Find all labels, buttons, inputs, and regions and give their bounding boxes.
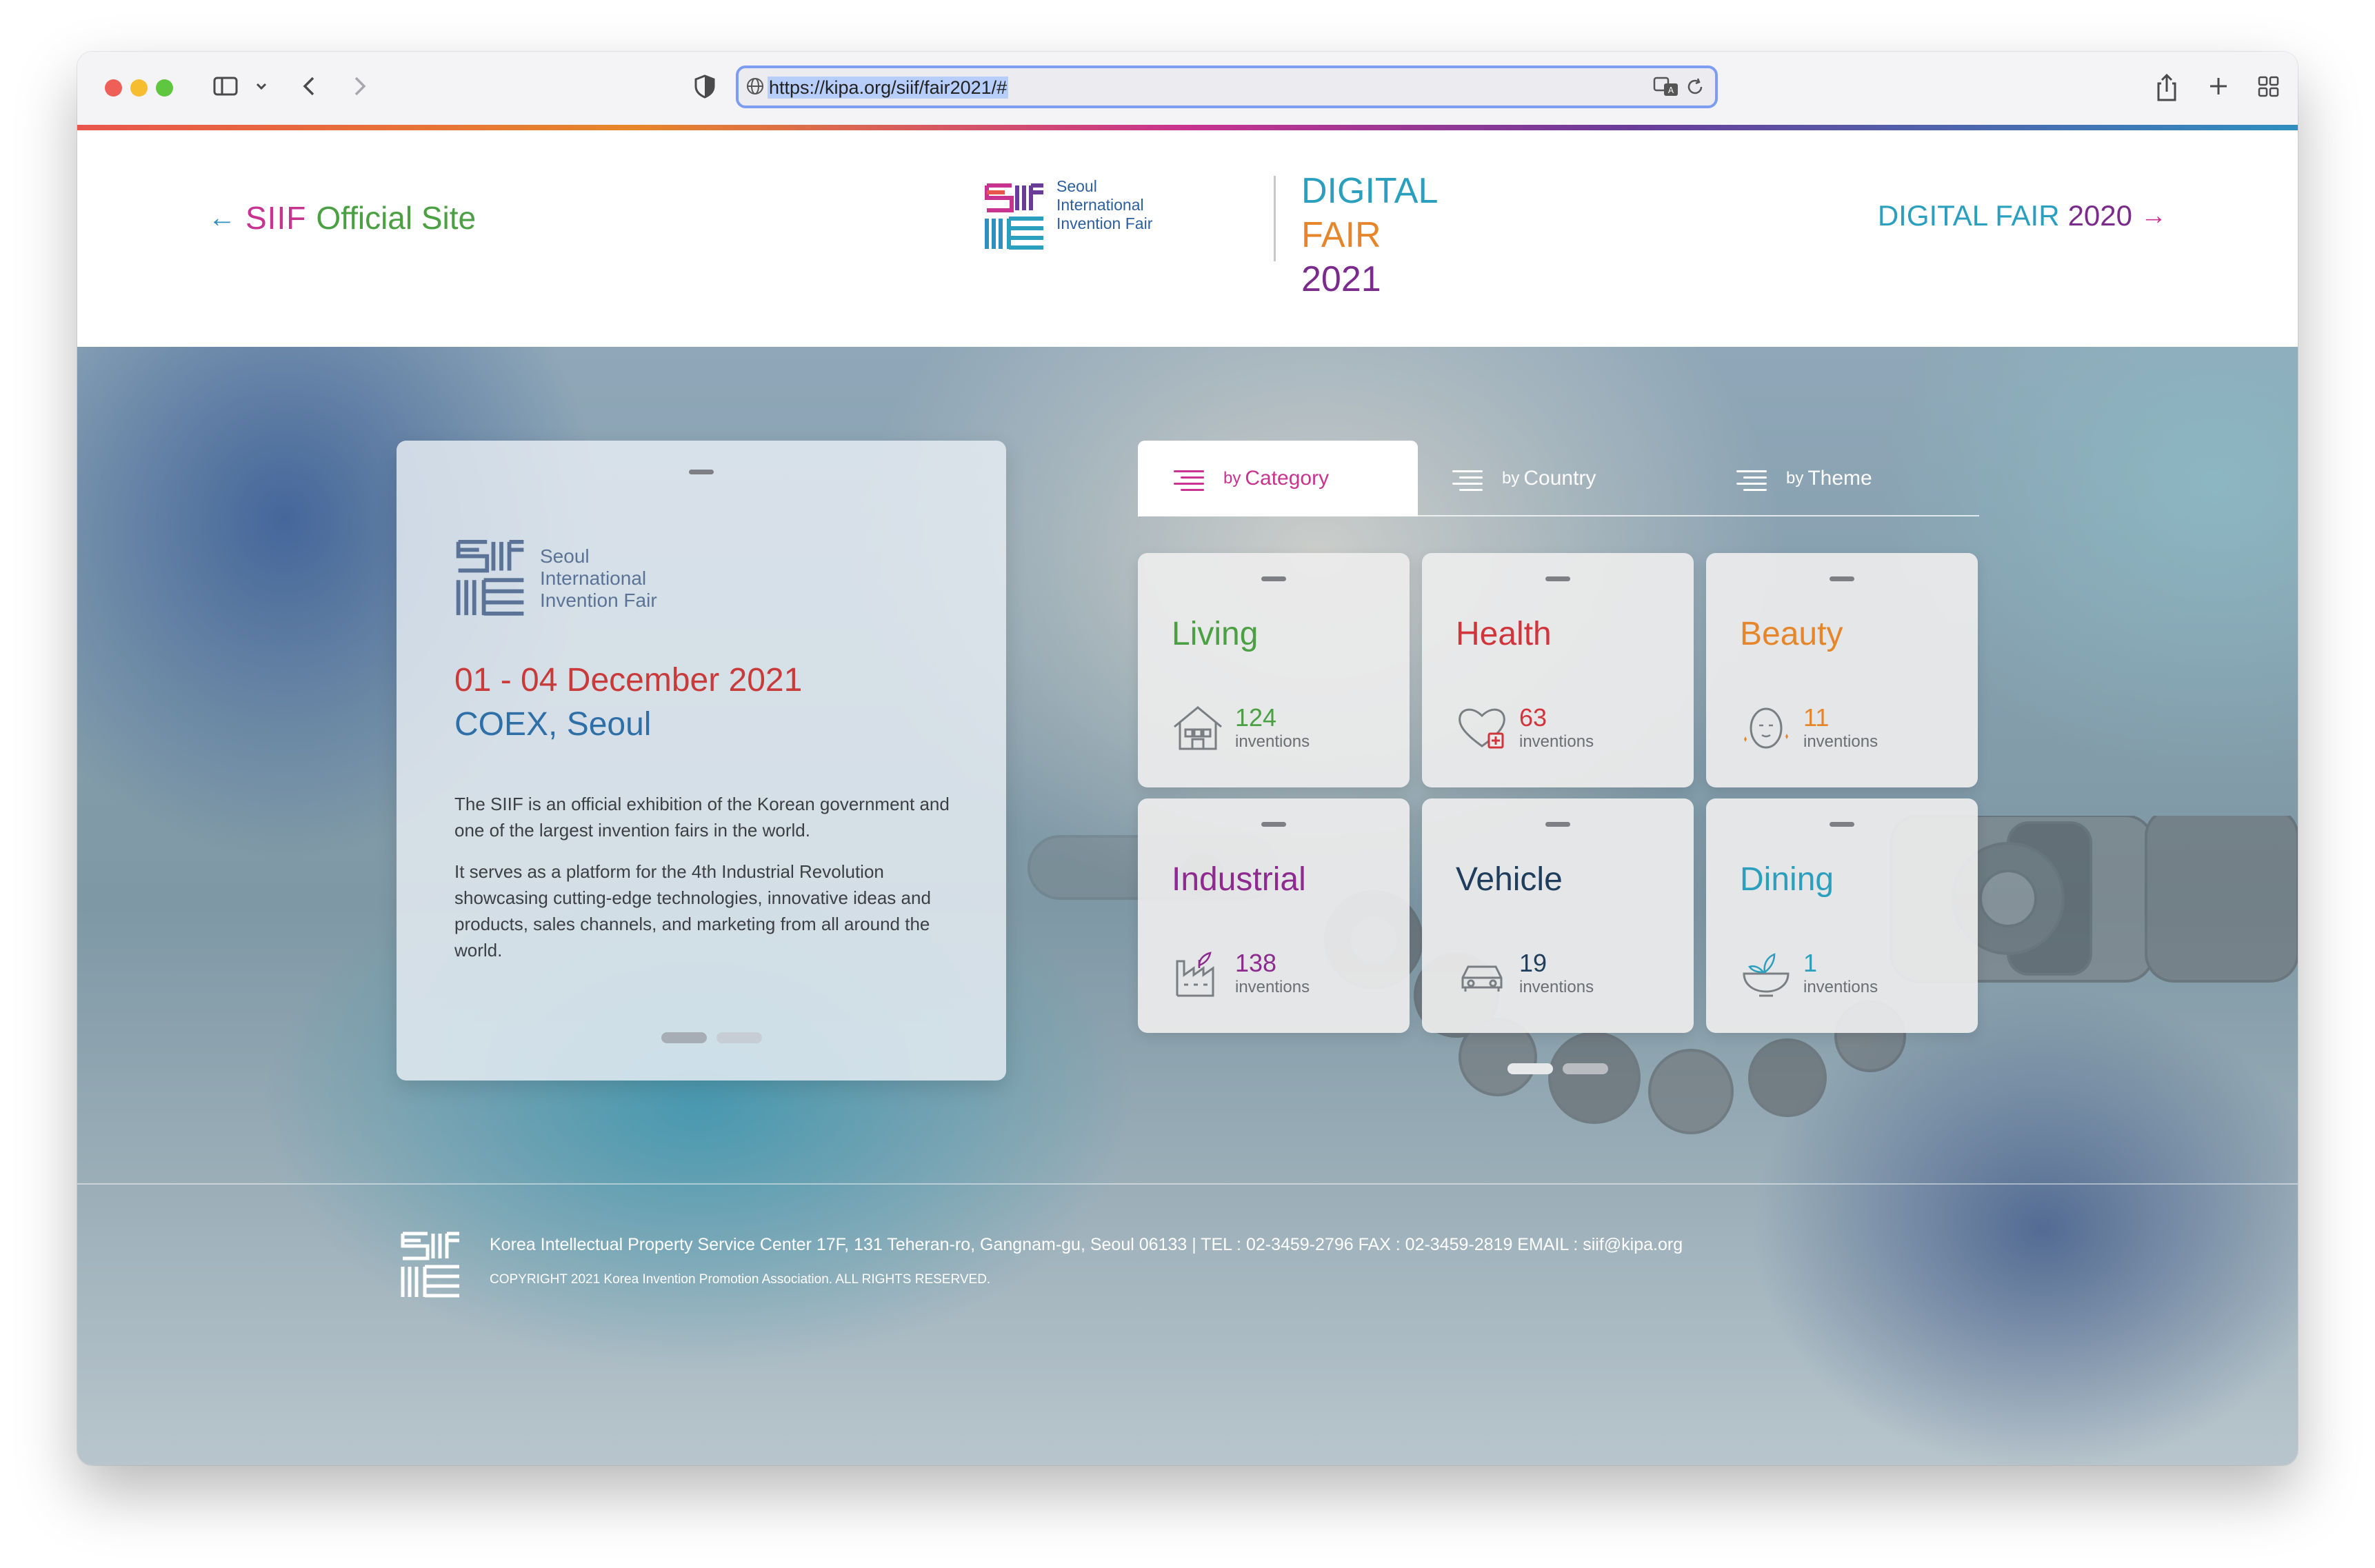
siif-logo-icon	[985, 183, 1043, 250]
forward-icon[interactable]	[345, 72, 372, 106]
card-handle	[1545, 822, 1570, 827]
invention-count: 19	[1519, 949, 1547, 977]
inventions-label: inventions	[1235, 732, 1310, 751]
intro-paragraph-2: It serves as a platform for the 4th Indu…	[454, 861, 931, 961]
carousel-dot-2[interactable]	[1563, 1063, 1608, 1074]
footer-divider	[77, 1183, 2298, 1185]
official-site-label: Official Site	[316, 200, 477, 236]
tab-theme[interactable]: by Theme	[1736, 441, 1978, 516]
category-name: Vehicle	[1456, 861, 1563, 898]
fair2020-year: 2020	[2067, 199, 2132, 232]
siif-logo-icon	[456, 539, 524, 616]
inventions-label: inventions	[1803, 978, 1878, 996]
invention-count: 63	[1519, 703, 1547, 732]
new-tab-icon[interactable]	[2205, 72, 2232, 106]
minimize-window-button[interactable]	[130, 79, 148, 97]
house-icon	[1174, 706, 1222, 750]
translate-icon[interactable]: A	[1653, 75, 1681, 102]
svg-text:A: A	[1668, 86, 1674, 95]
category-card-industrial[interactable]: Industrial 138 inventions	[1138, 798, 1410, 1033]
share-icon[interactable]	[2153, 72, 2181, 109]
category-carousel-dots	[1507, 1063, 1608, 1074]
card-handle	[1830, 576, 1854, 581]
privacy-shield-icon[interactable]	[691, 72, 719, 106]
card-handle	[1830, 822, 1854, 827]
list-icon	[1452, 468, 1483, 491]
reload-icon[interactable]	[1685, 77, 1705, 101]
inventions-label: inventions	[1519, 978, 1594, 996]
list-icon	[1174, 468, 1204, 491]
zoom-window-button[interactable]	[156, 79, 173, 97]
intro-carousel-dots	[661, 1032, 762, 1043]
tab-country[interactable]: by Country	[1452, 441, 1714, 516]
browser-window: https://kipa.org/siif/fair2021/# A ← SII…	[77, 52, 2298, 1465]
back-icon[interactable]	[297, 72, 324, 106]
brand-gradient-bar	[77, 125, 2298, 130]
tab-overview-icon[interactable]	[2255, 72, 2283, 106]
card-handle	[1261, 822, 1286, 827]
digital-fair-title: DIGITAL FAIR 2021	[1301, 171, 1439, 299]
inventions-label: inventions	[1235, 978, 1310, 996]
forward-arrow-icon: →	[2141, 201, 2167, 230]
category-name: Living	[1172, 616, 1259, 652]
category-card-health[interactable]: Health 63 inventions	[1422, 553, 1694, 787]
browser-toolbar: https://kipa.org/siif/fair2021/# A	[77, 52, 2298, 125]
browse-tabs: by Category by Country by Theme	[1138, 441, 1979, 516]
fair-venue: COEX, Seoul	[454, 706, 652, 743]
back-arrow-icon: ←	[208, 202, 236, 233]
bowl-icon	[1743, 953, 1790, 997]
footer-copyright: COPYRIGHT 2021 Korea Invention Promotion…	[490, 1272, 991, 1287]
face-icon	[1744, 707, 1788, 749]
digital-fair-2020-link[interactable]: DIGITAL FAIR 2020 →	[1878, 199, 2167, 232]
car-icon	[1461, 965, 1503, 992]
globe-icon	[745, 77, 765, 99]
category-card-living[interactable]: Living 124 inventions	[1138, 553, 1410, 787]
invention-count: 11	[1803, 703, 1830, 732]
logo-divider	[1274, 176, 1276, 261]
category-card-dining[interactable]: Dining 1 inventions	[1706, 798, 1978, 1033]
heart-plus-icon	[1459, 708, 1505, 749]
inventions-label: inventions	[1519, 732, 1594, 751]
category-name: Beauty	[1740, 616, 1843, 652]
category-name: Industrial	[1172, 861, 1306, 898]
list-icon	[1736, 468, 1767, 491]
carousel-dot-1[interactable]	[1507, 1063, 1553, 1074]
chevron-down-icon[interactable]	[253, 72, 270, 106]
hero-section: Seoul International Invention Fair 01 - …	[77, 347, 2298, 1465]
inventions-label: inventions	[1803, 732, 1878, 751]
invention-count: 138	[1235, 949, 1277, 977]
carousel-dot-1[interactable]	[661, 1032, 707, 1043]
official-site-link[interactable]: ← SIIF Official Site	[208, 199, 476, 237]
footer-address: Korea Intellectual Property Service Cent…	[490, 1235, 1683, 1254]
address-bar[interactable]: https://kipa.org/siif/fair2021/# A	[736, 66, 1718, 108]
url-text: https://kipa.org/siif/fair2021/#	[768, 77, 1009, 99]
card-handle	[1261, 576, 1286, 581]
fair-dates: 01 - 04 December 2021	[454, 662, 803, 698]
footer-siif-logo-icon	[401, 1232, 459, 1298]
intro-card: Seoul International Invention Fair 01 - …	[397, 441, 1006, 1080]
digital-fair-logo[interactable]: Seoul International Invention Fair DIGIT…	[984, 171, 1438, 299]
siif-wordmark: SIIF	[245, 200, 307, 236]
card-handle	[689, 470, 714, 474]
category-card-vehicle[interactable]: Vehicle 19 inventions	[1422, 798, 1694, 1033]
card-handle	[1545, 576, 1570, 581]
factory-icon	[1176, 952, 1214, 997]
category-name: Dining	[1740, 861, 1834, 898]
tab-category[interactable]: by Category	[1138, 441, 1418, 516]
site-header: ← SIIF Official Site Seoul International…	[77, 130, 2298, 347]
category-name: Health	[1456, 616, 1552, 652]
category-card-beauty[interactable]: Beauty 11 inventions	[1706, 553, 1978, 787]
intro-paragraph-1: The SIIF is an official exhibition of th…	[454, 794, 950, 841]
close-window-button[interactable]	[105, 79, 122, 97]
intro-siif-logo: Seoul International Invention Fair	[455, 537, 703, 620]
logo-text: Seoul International Invention Fair	[1056, 177, 1153, 232]
fair2020-label: DIGITAL FAIR	[1877, 199, 2060, 232]
invention-count: 124	[1235, 703, 1277, 732]
intro-logo-text: Seoul International Invention Fair	[540, 545, 657, 611]
sidebar-toggle-icon[interactable]	[212, 72, 239, 106]
invention-count: 1	[1803, 949, 1818, 977]
carousel-dot-2[interactable]	[716, 1032, 762, 1043]
